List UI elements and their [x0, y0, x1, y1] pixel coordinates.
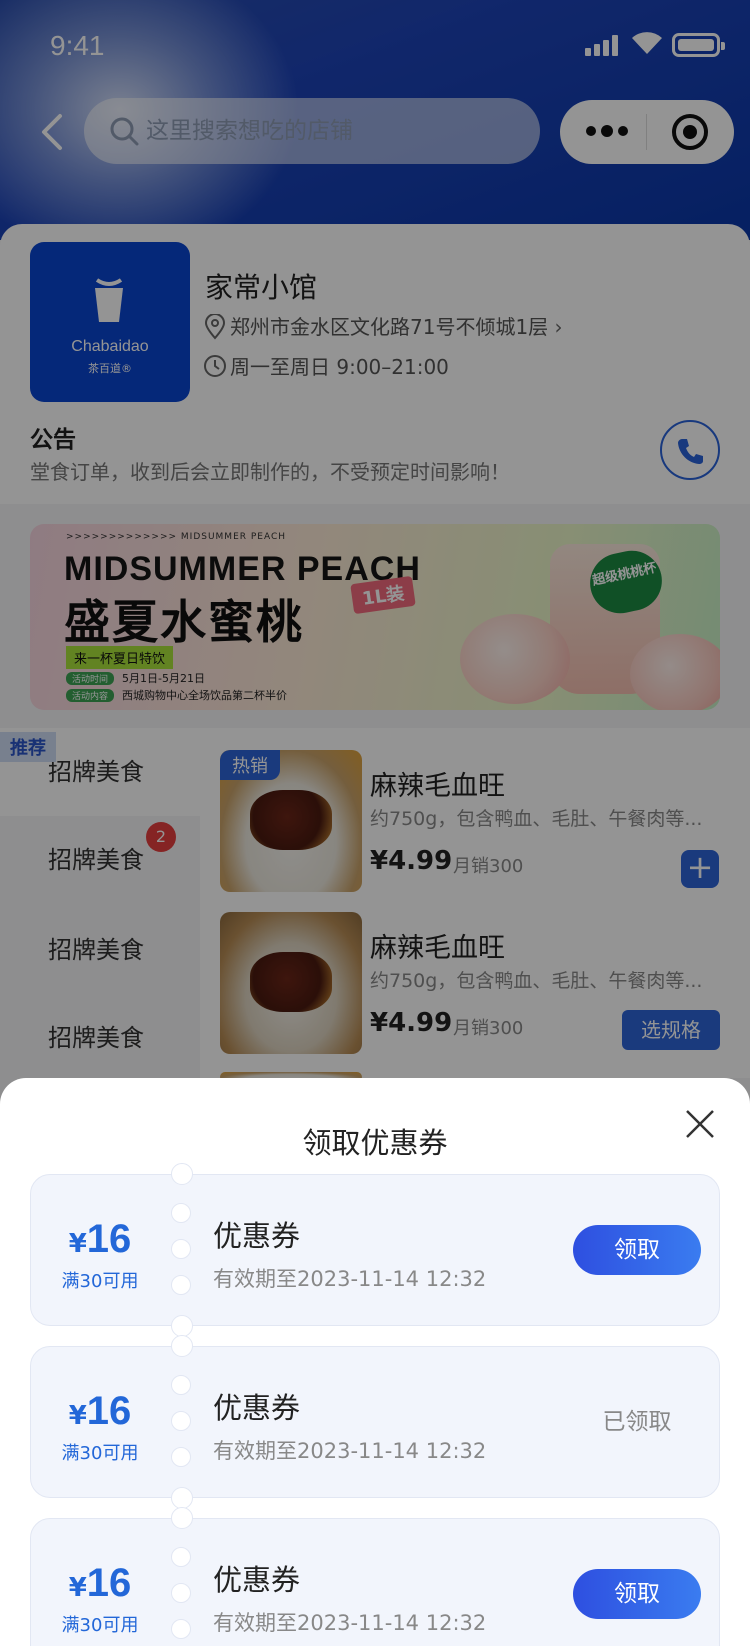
claimed-status: 已领取: [602, 1409, 672, 1435]
coupon-condition: 满30可用: [61, 1615, 139, 1636]
coupon-amount: ¥16: [31, 1389, 169, 1434]
coupon-notch: [171, 1507, 193, 1529]
coupon-notch: [171, 1275, 191, 1295]
coupon-notch: [171, 1375, 191, 1395]
coupon-notch: [171, 1619, 191, 1639]
coupon-card: ¥16 满30可用 优惠券 有效期至2023-11-14 12:32 领取: [30, 1163, 720, 1337]
coupon-notch: [171, 1547, 191, 1567]
coupon-sheet: 领取优惠券 ¥16 满30可用 优惠券 有效期至2023-11-14 12:32…: [0, 1078, 750, 1646]
coupon-notch: [171, 1315, 193, 1337]
claim-coupon-button[interactable]: 领取: [573, 1225, 701, 1275]
amount-value: 16: [86, 1561, 132, 1605]
coupon-notch: [171, 1163, 193, 1185]
coupon-notch: [171, 1411, 191, 1431]
coupon-expiry: 有效期至2023-11-14 12:32: [213, 1439, 487, 1463]
coupon-expiry: 有效期至2023-11-14 12:32: [213, 1267, 487, 1291]
close-icon[interactable]: [684, 1108, 716, 1140]
coupon-condition: 满30可用: [61, 1271, 139, 1292]
coupon-amount: ¥16: [31, 1217, 169, 1262]
currency-symbol: ¥: [68, 1401, 87, 1431]
amount-value: 16: [86, 1389, 132, 1433]
coupon-name: 优惠券: [213, 1391, 301, 1425]
coupon-expiry: 有效期至2023-11-14 12:32: [213, 1611, 487, 1635]
claim-coupon-button[interactable]: 领取: [573, 1569, 701, 1619]
currency-symbol: ¥: [68, 1573, 87, 1603]
coupon-notch: [171, 1487, 193, 1509]
coupon-notch: [171, 1335, 193, 1357]
sheet-title: 领取优惠券: [302, 1126, 448, 1160]
coupon-amount: ¥16: [31, 1561, 169, 1606]
coupon-condition: 满30可用: [61, 1443, 139, 1464]
coupon-name: 优惠券: [213, 1563, 301, 1597]
coupon-name: 优惠券: [213, 1219, 301, 1253]
coupon-card: ¥16 满30可用 优惠券 有效期至2023-11-14 12:32 已领取: [30, 1335, 720, 1509]
currency-symbol: ¥: [68, 1229, 87, 1259]
coupon-notch: [171, 1203, 191, 1223]
coupon-notch: [171, 1239, 191, 1259]
coupon-card: ¥16 满30可用 优惠券 有效期至2023-11-14 12:32 领取: [30, 1507, 720, 1646]
coupon-notch: [171, 1447, 191, 1467]
amount-value: 16: [86, 1217, 132, 1261]
coupon-notch: [171, 1583, 191, 1603]
